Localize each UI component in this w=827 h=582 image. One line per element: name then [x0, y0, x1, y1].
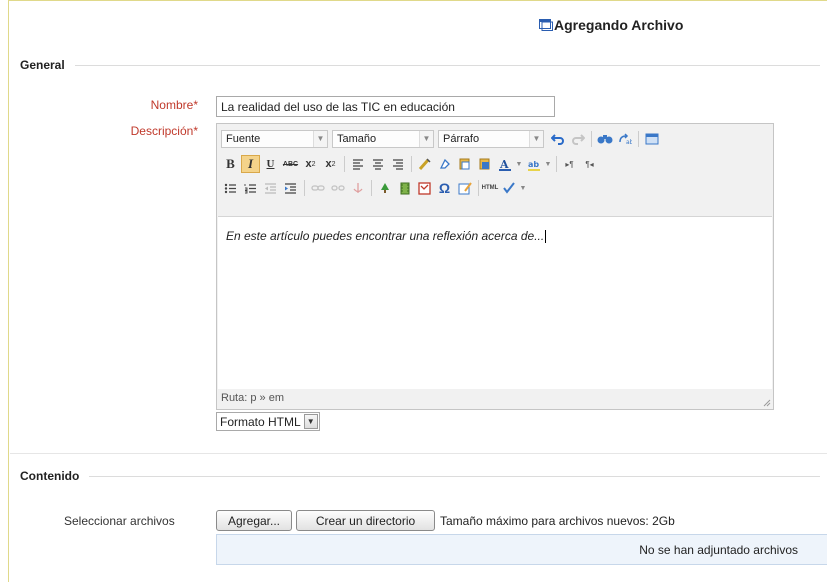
editor-toolbar-row-3: Ω HTML ▼: [221, 178, 528, 198]
create-directory-button[interactable]: Crear un directorio: [296, 510, 435, 531]
descripcion-label-text: Descripción: [130, 124, 194, 138]
emoticon-icon[interactable]: [415, 179, 434, 197]
undo-icon[interactable]: [548, 130, 567, 148]
size-dropdown[interactable]: Tamaño ▼: [332, 130, 434, 148]
section-divider: [89, 475, 820, 477]
editor-text: En este artículo puedes encontrar una re…: [226, 229, 545, 243]
replace-icon[interactable]: ab: [615, 130, 634, 148]
toolbar-separator: [591, 131, 592, 147]
align-left-icon[interactable]: [348, 155, 367, 173]
paste-word-icon[interactable]: [475, 155, 494, 173]
subscript-icon[interactable]: x2: [301, 155, 320, 173]
chevron-down-icon: ▼: [419, 131, 433, 147]
nombre-input[interactable]: [216, 96, 555, 117]
highlight-icon[interactable]: ab: [524, 155, 543, 173]
max-file-size-text: Tamaño máximo para archivos nuevos: 2Gb: [440, 514, 675, 528]
paste-text-icon[interactable]: [455, 155, 474, 173]
resize-handle-icon[interactable]: [763, 399, 771, 407]
fullscreen-icon[interactable]: [642, 130, 661, 148]
section-divider: [74, 64, 820, 66]
image-icon[interactable]: [375, 179, 394, 197]
svg-text:ab: ab: [626, 139, 632, 145]
find-icon[interactable]: [595, 130, 614, 148]
page-title: Agregando Archivo: [539, 17, 683, 33]
underline-icon[interactable]: U: [261, 155, 280, 173]
chevron-down-icon[interactable]: ▼: [515, 155, 523, 173]
toolbar-separator: [478, 180, 479, 196]
chevron-down-icon: ▼: [313, 131, 327, 147]
align-center-icon[interactable]: [368, 155, 387, 173]
section-general-label: General: [20, 58, 65, 72]
text-color-icon[interactable]: A: [495, 155, 514, 173]
toolbar-separator: [304, 180, 305, 196]
bold-icon[interactable]: B: [221, 155, 240, 173]
required-marker: *: [193, 98, 198, 112]
section-general-header: General: [20, 58, 820, 72]
nombre-label-text: Nombre: [150, 98, 194, 112]
align-right-icon[interactable]: [388, 155, 407, 173]
frame-left-border: [0, 0, 9, 582]
remove-format-icon[interactable]: [435, 155, 454, 173]
special-char-icon[interactable]: Ω: [435, 179, 454, 197]
format-select-value: Formato HTML: [220, 414, 301, 429]
nombre-label: Nombre*: [151, 98, 198, 112]
no-files-message: No se han adjuntado archivos: [639, 543, 798, 557]
chevron-down-icon: ▼: [529, 131, 543, 147]
section-contenido-header: Contenido: [20, 469, 820, 483]
font-dropdown[interactable]: Fuente ▼: [221, 130, 328, 148]
paragraph-dropdown-label: Párrafo: [443, 133, 480, 145]
required-marker: *: [193, 124, 198, 138]
toolbar-separator: [638, 131, 639, 147]
chevron-down-icon[interactable]: ▼: [544, 155, 552, 173]
descripcion-label: Descripción*: [131, 124, 198, 138]
editor-path: Ruta: p » em: [221, 392, 284, 404]
frame-top-border: [0, 0, 827, 1]
indent-icon[interactable]: [281, 179, 300, 197]
toolbar-separator: [556, 156, 557, 172]
html-icon[interactable]: HTML: [482, 179, 499, 197]
strikethrough-icon[interactable]: ABC: [281, 155, 300, 173]
redo-icon[interactable]: [568, 130, 587, 148]
toolbar-separator: [371, 180, 372, 196]
chevron-down-icon[interactable]: ▼: [519, 179, 527, 197]
unlink-icon[interactable]: [328, 179, 347, 197]
italic-icon[interactable]: I: [241, 155, 260, 173]
anchor-icon[interactable]: [348, 179, 367, 197]
table-icon[interactable]: [455, 179, 474, 197]
editor-content-area[interactable]: En este artículo puedes encontrar una re…: [218, 216, 772, 389]
page-title-text: Agregando Archivo: [554, 17, 684, 33]
select-files-label: Seleccionar archivos: [64, 514, 175, 528]
superscript-icon[interactable]: x2: [321, 155, 340, 173]
cleanup-icon[interactable]: [415, 155, 434, 173]
link-icon[interactable]: [308, 179, 327, 197]
editor-toolbar-row-2: B I U ABC x2 x2 A ▼ ab ▼ ▸¶ ¶◂: [221, 154, 600, 174]
file-drop-area[interactable]: No se han adjuntado archivos: [216, 534, 827, 565]
editor-toolbar-row-1: Fuente ▼ Tamaño ▼ Párrafo ▼ ab: [221, 129, 662, 149]
paragraph-dropdown[interactable]: Párrafo ▼: [438, 130, 544, 148]
bullet-list-icon[interactable]: [221, 179, 240, 197]
rtl-icon[interactable]: ¶◂: [580, 155, 599, 173]
ltr-icon[interactable]: ▸¶: [560, 155, 579, 173]
numbered-list-icon[interactable]: [241, 179, 260, 197]
window-icon: [539, 19, 553, 31]
outdent-icon[interactable]: [261, 179, 280, 197]
toolbar-separator: [411, 156, 412, 172]
add-file-button[interactable]: Agregar...: [216, 510, 292, 531]
toolbar-separator: [344, 156, 345, 172]
size-dropdown-label: Tamaño: [337, 133, 377, 145]
font-dropdown-label: Fuente: [226, 133, 261, 145]
section-contenido-label: Contenido: [20, 469, 80, 483]
format-select[interactable]: Formato HTML ▼: [216, 412, 320, 431]
text-caret: [545, 230, 547, 244]
chevron-down-icon: ▼: [303, 414, 318, 429]
media-icon[interactable]: [395, 179, 414, 197]
spellcheck-icon[interactable]: [499, 179, 518, 197]
section-separator: [10, 453, 827, 454]
rich-text-editor: Fuente ▼ Tamaño ▼ Párrafo ▼ ab B I U ABC…: [216, 123, 774, 410]
svg-text:ab: ab: [528, 160, 539, 169]
